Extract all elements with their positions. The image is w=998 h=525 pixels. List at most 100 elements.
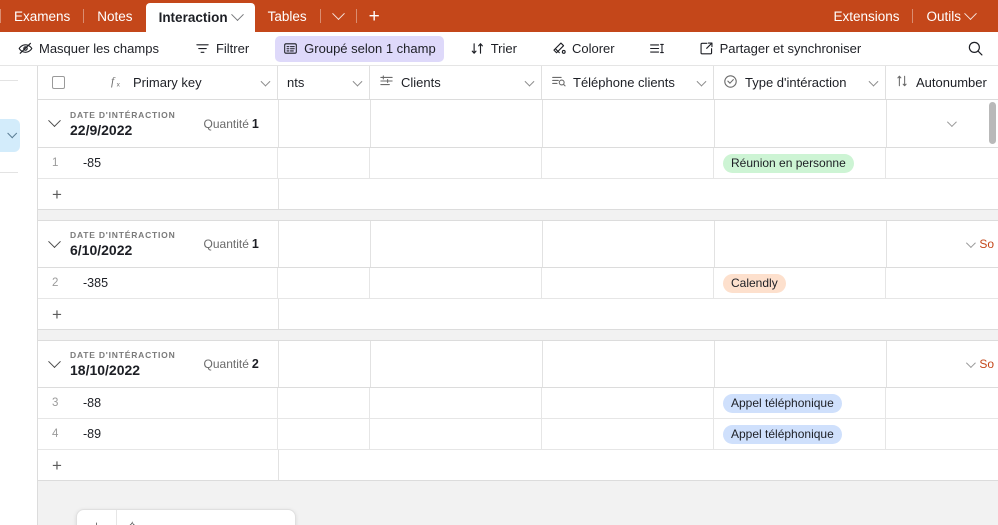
- column-header-type-interaction[interactable]: Type d'intéraction: [714, 66, 886, 99]
- chevron-down-icon[interactable]: [696, 76, 707, 87]
- column-header-label: Téléphone clients: [573, 75, 675, 90]
- chevron-down-icon[interactable]: [352, 76, 363, 87]
- group-summary-autonumber[interactable]: So: [966, 341, 994, 387]
- menu-extensions[interactable]: Extensions: [820, 0, 912, 32]
- cell-autonumber[interactable]: [886, 268, 998, 298]
- column-header-telephone-clients[interactable]: Téléphone clients: [542, 66, 714, 99]
- cell-telephone-clients[interactable]: [542, 268, 714, 298]
- group-collapse-toggle[interactable]: [38, 341, 70, 387]
- tab-label: Examens: [14, 8, 71, 24]
- paint-icon: [551, 41, 566, 56]
- cell-autonumber[interactable]: [886, 148, 998, 178]
- tab-tables[interactable]: Tables: [255, 0, 320, 32]
- lookup-icon: [551, 74, 566, 91]
- column-header-clients-truncated[interactable]: nts: [278, 66, 370, 99]
- cell-telephone-clients[interactable]: [542, 388, 714, 418]
- add-row-button[interactable]: +: [38, 179, 998, 210]
- add-row-button[interactable]: +: [38, 299, 998, 330]
- group-value: 18/10/2022: [70, 362, 141, 378]
- cell-primary-key[interactable]: -85: [74, 148, 278, 178]
- share-sync-button[interactable]: Partager et synchroniser: [691, 36, 870, 62]
- status-badge: Réunion en personne: [723, 153, 854, 173]
- tables-dropdown-button[interactable]: [321, 0, 356, 32]
- group-title: DATE D'INTÉRACTION 22/9/2022: [70, 110, 176, 138]
- cell-telephone-clients[interactable]: [542, 419, 714, 449]
- column-header-clients[interactable]: Clients: [370, 66, 542, 99]
- row-height-icon: [649, 41, 665, 56]
- share-label: Partager et synchroniser: [719, 41, 862, 56]
- group-title: DATE D'INTÉRACTION 18/10/2022: [70, 350, 176, 378]
- chevron-down-icon: [964, 6, 977, 20]
- group-summary-label: So: [979, 237, 994, 251]
- search-icon: [968, 41, 983, 56]
- group-collapse-toggle[interactable]: [38, 100, 70, 147]
- group-count: Quantité 1: [204, 117, 259, 131]
- tab-interaction[interactable]: Interaction: [145, 3, 255, 32]
- menu-outils[interactable]: Outils: [913, 0, 988, 32]
- cell-autonumber[interactable]: [886, 419, 998, 449]
- column-header-row: f x Primary key nts Clients Téléphone cl…: [38, 66, 998, 100]
- group-header[interactable]: DATE D'INTÉRACTION 22/9/2022 Quantité 1: [38, 100, 998, 148]
- column-header-autonumber[interactable]: Autonumber: [886, 66, 998, 99]
- cell-autonumber[interactable]: [886, 388, 998, 418]
- sort-icon: [470, 41, 485, 56]
- menu-label: Extensions: [833, 8, 900, 24]
- color-button[interactable]: Colorer: [543, 36, 623, 62]
- cell-clients-truncated[interactable]: [278, 419, 370, 449]
- group-button[interactable]: Groupé selon 1 champ: [275, 35, 444, 62]
- cell-type-interaction[interactable]: Appel téléphonique: [714, 388, 886, 418]
- row-height-button[interactable]: [641, 36, 673, 62]
- cell-type-interaction[interactable]: Appel téléphonique: [714, 419, 886, 449]
- cell-primary-key[interactable]: -385: [74, 268, 278, 298]
- cell-telephone-clients[interactable]: [542, 148, 714, 178]
- cell-clients[interactable]: [370, 148, 542, 178]
- group-label: Groupé selon 1 champ: [304, 41, 436, 56]
- hide-fields-button[interactable]: Masquer les champs: [10, 36, 167, 62]
- column-header-primary-key[interactable]: f x Primary key: [78, 66, 278, 99]
- group-summary-autonumber[interactable]: So: [966, 221, 994, 267]
- rail-selected-item[interactable]: [0, 119, 20, 152]
- cell-clients-truncated[interactable]: [278, 268, 370, 298]
- cell-type-interaction[interactable]: Calendly: [714, 268, 886, 298]
- group-header[interactable]: DATE D'INTÉRACTION 18/10/2022 Quantité 2 …: [38, 340, 998, 388]
- chevron-down-icon[interactable]: [230, 8, 244, 22]
- tab-notes[interactable]: Notes: [84, 0, 145, 32]
- group-collapse-toggle[interactable]: [38, 221, 70, 267]
- add-record-bar[interactable]: + ✧: [76, 509, 296, 525]
- table-tab-bar: Examens Notes Interaction Tables + Exten…: [0, 0, 998, 32]
- checkbox-icon[interactable]: [51, 76, 65, 89]
- table-row[interactable]: 4 -89 Appel téléphonique: [38, 419, 998, 450]
- search-button[interactable]: [967, 40, 998, 57]
- chevron-down-icon[interactable]: [868, 76, 879, 87]
- group-header[interactable]: DATE D'INTÉRACTION 6/10/2022 Quantité 1 S…: [38, 220, 998, 268]
- group-value: 22/9/2022: [70, 121, 133, 138]
- cell-type-interaction[interactable]: Réunion en personne: [714, 148, 886, 178]
- group-block: DATE D'INTÉRACTION 6/10/2022 Quantité 1 S…: [38, 220, 998, 330]
- cell-clients[interactable]: [370, 419, 542, 449]
- add-record-label-wrap[interactable]: ✧: [117, 518, 143, 525]
- add-table-button[interactable]: +: [357, 0, 392, 32]
- cell-primary-key[interactable]: -89: [74, 419, 278, 449]
- table-row[interactable]: 3 -88 Appel téléphonique: [38, 388, 998, 419]
- tab-examens[interactable]: Examens: [1, 0, 83, 32]
- select-all-cell[interactable]: [38, 66, 78, 99]
- cell-clients[interactable]: [370, 268, 542, 298]
- table-row[interactable]: 2 -385 Calendly: [38, 268, 998, 299]
- group-icon: [283, 41, 298, 56]
- group-spacer: [38, 330, 998, 340]
- chevron-down-icon[interactable]: [524, 76, 535, 87]
- chevron-down-icon[interactable]: [260, 76, 271, 87]
- cell-clients-truncated[interactable]: [278, 148, 370, 178]
- group-summary-autonumber[interactable]: [946, 100, 957, 147]
- table-row[interactable]: 1 -85 Réunion en personne: [38, 148, 998, 179]
- cell-primary-key[interactable]: -88: [74, 388, 278, 418]
- rail-divider: [0, 172, 18, 173]
- sort-button[interactable]: Trier: [462, 36, 525, 62]
- add-record-plus[interactable]: +: [77, 510, 117, 525]
- add-row-button[interactable]: +: [38, 450, 998, 481]
- cell-clients[interactable]: [370, 388, 542, 418]
- cell-clients-truncated[interactable]: [278, 388, 370, 418]
- chevron-down-icon: [946, 117, 957, 128]
- vertical-scrollbar-thumb[interactable]: [989, 102, 996, 144]
- filter-button[interactable]: Filtrer: [187, 36, 257, 62]
